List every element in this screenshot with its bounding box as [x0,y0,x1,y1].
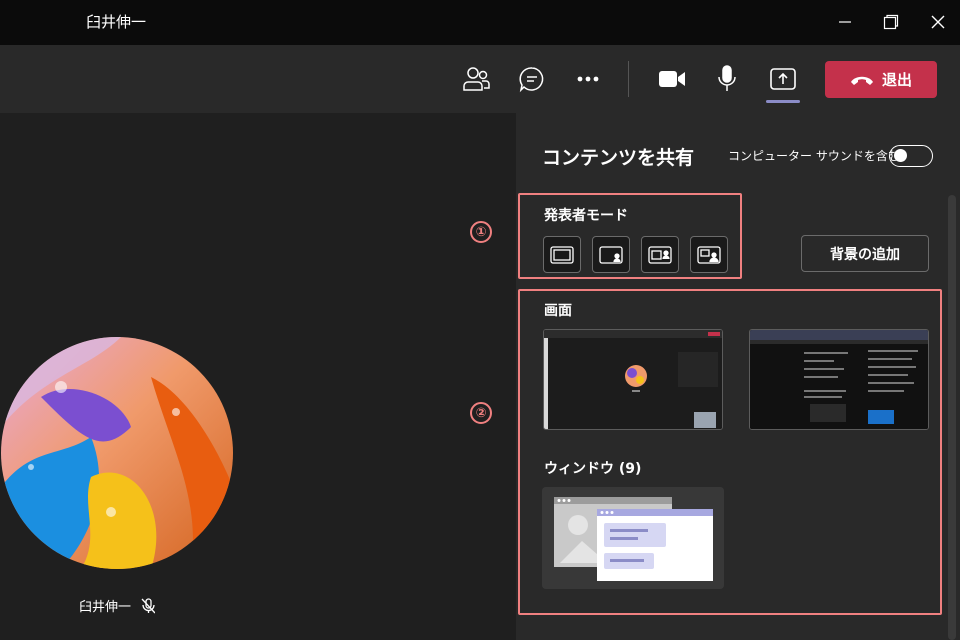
close-icon [931,15,945,29]
chat-button[interactable] [516,63,548,95]
restore-button[interactable] [873,8,909,36]
side-by-side-icon [648,245,672,264]
reporter-icon [697,245,721,264]
standout-icon [599,245,623,264]
more-icon [577,76,599,82]
leave-button[interactable]: 退出 [825,61,937,98]
add-background-button[interactable]: 背景の追加 [801,235,929,272]
screen-thumbnail-1[interactable] [543,329,723,430]
minimize-button[interactable] [827,8,863,36]
participants-button[interactable] [460,63,492,95]
share-button[interactable] [767,63,799,95]
screen-label: 画面 [544,303,572,319]
annotation-marker-2: ② [470,402,492,424]
hang-up-icon [850,76,873,85]
panel-title: コンテンツを共有 [542,147,695,169]
title-bar: 臼井伸一 [0,0,960,45]
presenter-mode-label: 発表者モード [544,208,628,224]
video-stage: 臼井伸一 [0,113,516,640]
content-only-icon [550,245,574,264]
window-label: ウィンドウ (9) [544,461,642,477]
close-button[interactable] [920,8,956,36]
participant-name: 臼井伸一 [79,600,132,615]
mode-side-by-side-button[interactable] [641,236,679,273]
window-thumbnail[interactable] [542,487,724,589]
annotation-marker-1: ① [470,221,492,243]
include-sound-toggle[interactable] [889,145,933,167]
mode-standout-button[interactable] [592,236,630,273]
avatar [1,337,233,569]
minimize-icon [839,21,851,23]
toggle-knob [894,149,907,162]
more-button[interactable] [572,63,604,95]
restore-icon [883,14,899,30]
camera-button[interactable] [656,63,688,95]
camera-icon [659,71,685,87]
participants-icon [463,67,490,91]
mode-content-only-button[interactable] [543,236,581,273]
include-sound-label: コンピューター サウンドを含む [728,149,900,163]
mode-reporter-button[interactable] [690,236,728,273]
panel-scrollbar[interactable] [948,195,956,640]
chat-icon [519,67,544,93]
microphone-icon [718,65,736,91]
share-active-indicator [766,100,800,103]
mic-off-icon [141,597,156,613]
toolbar-separator [628,61,629,97]
microphone-button[interactable] [711,63,743,95]
share-icon [770,68,796,90]
leave-label: 退出 [881,71,912,89]
window-title: 臼井伸一 [86,13,147,31]
meeting-toolbar: 退出 [0,45,960,113]
participant-name-row: 臼井伸一 [79,596,156,615]
screen-thumbnail-2[interactable] [749,329,929,430]
share-content-panel: コンテンツを共有 コンピューター サウンドを含む 発表者モード 背景の追加 画面 [516,113,960,640]
